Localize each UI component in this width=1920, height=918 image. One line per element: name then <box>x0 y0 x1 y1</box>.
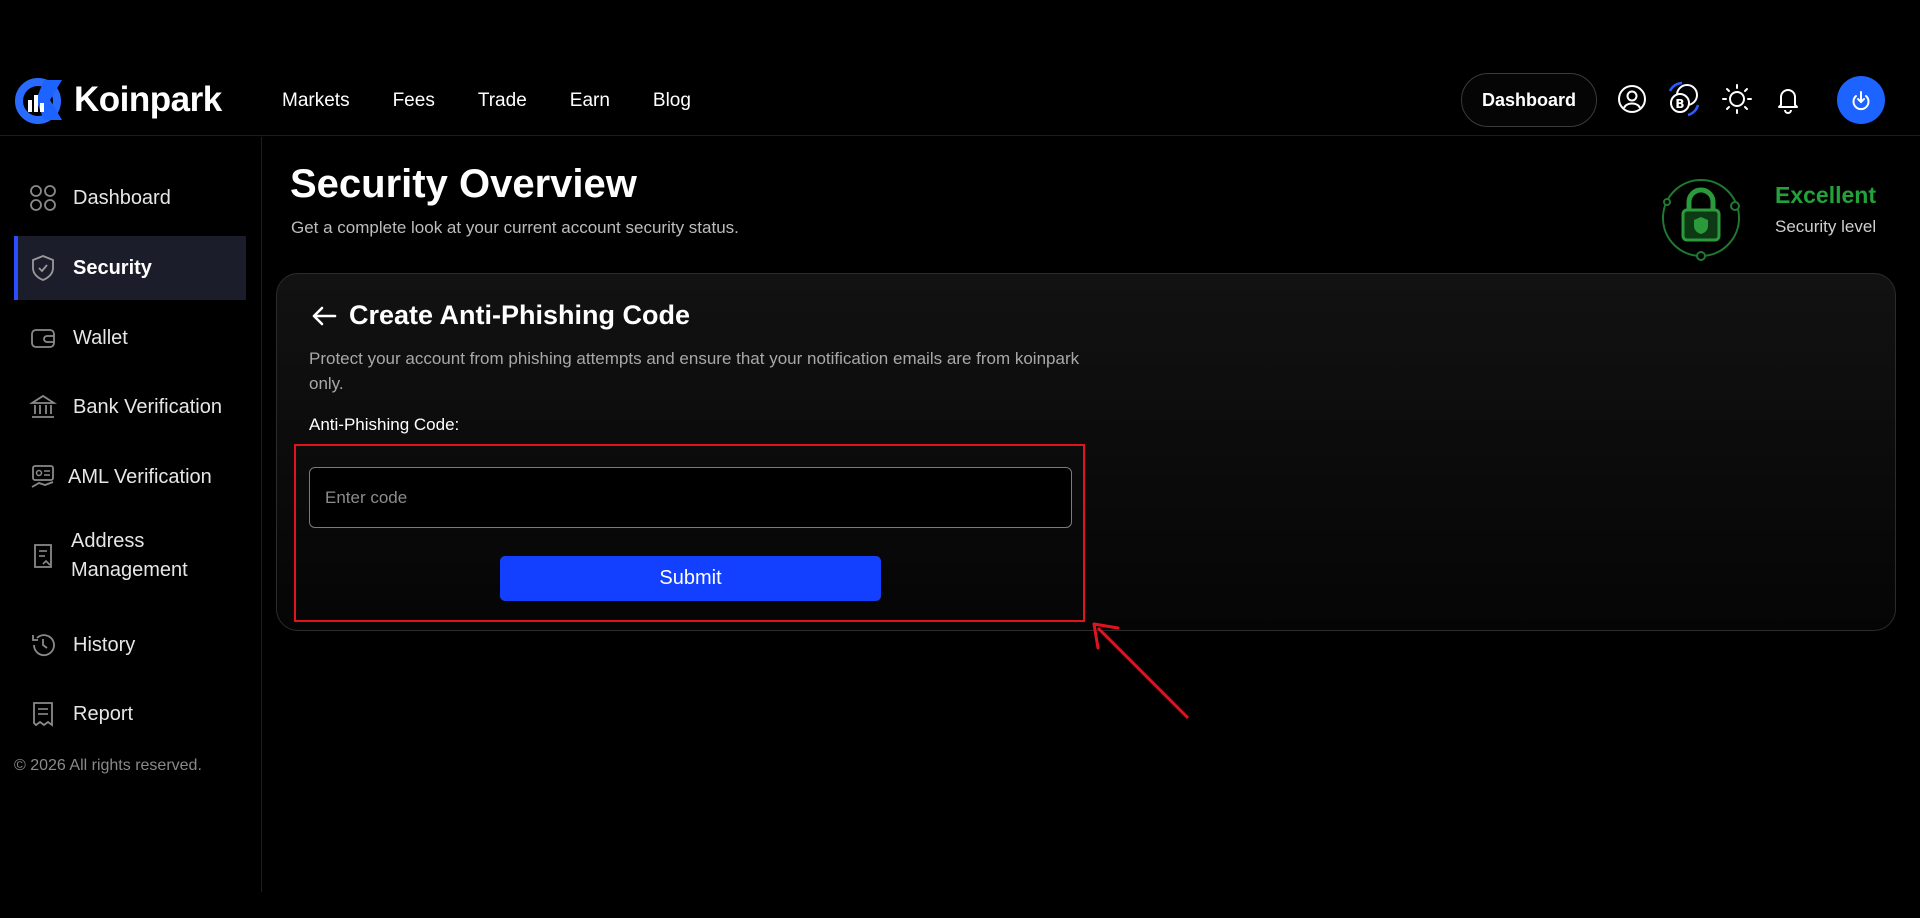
card-description: Protect your account from phishing attem… <box>309 349 1080 393</box>
sidebar-item-label: Address Management <box>71 527 188 585</box>
sidebar-item-report[interactable]: Report <box>14 682 246 746</box>
annotation-arrow-icon <box>1092 622 1190 720</box>
currency-exchange-icon[interactable]: B <box>1666 81 1702 117</box>
power-icon <box>1852 91 1870 111</box>
label-line-2: Management <box>71 559 188 581</box>
submit-button[interactable]: Submit <box>500 556 881 601</box>
page-subtitle: Get a complete look at your current acco… <box>291 218 739 237</box>
koinpark-logo-icon <box>15 78 62 124</box>
history-icon <box>28 630 58 660</box>
main-nav: Markets Fees Trade Earn Blog <box>282 90 734 112</box>
bank-icon <box>28 392 58 422</box>
report-icon <box>28 699 58 729</box>
bell-icon[interactable] <box>1770 81 1806 117</box>
user-circle-icon[interactable] <box>1614 81 1650 117</box>
security-level-title: Excellent <box>1775 182 1876 208</box>
dashboard-button[interactable]: Dashboard <box>1461 73 1597 127</box>
sidebar-item-aml-verification[interactable]: AML Verification <box>14 445 246 509</box>
top-header: Koinpark Markets Fees Trade Earn Blog Da… <box>0 64 1920 136</box>
nav-earn[interactable]: Earn <box>570 90 610 112</box>
sidebar-item-label: Wallet <box>73 326 128 349</box>
anti-phishing-code-input[interactable] <box>309 467 1072 528</box>
anti-phishing-code-label: Anti-Phishing Code: <box>309 415 460 434</box>
sidebar-item-security[interactable]: Security <box>14 236 246 300</box>
security-level-subtitle: Security level <box>1775 217 1877 236</box>
svg-text:B: B <box>1675 97 1684 111</box>
anti-phishing-card: Create Anti-Phishing Code Protect your a… <box>276 273 1896 631</box>
grid-icon <box>28 183 58 213</box>
copyright-text: © 2026 All rights reserved. <box>14 757 202 774</box>
lock-shield-icon <box>1662 179 1740 261</box>
brand-name: Koinpark <box>74 80 222 119</box>
logout-button[interactable] <box>1837 76 1885 124</box>
nav-fees[interactable]: Fees <box>393 90 435 112</box>
sidebar-item-label: History <box>73 633 136 656</box>
sidebar-item-label: Bank Verification <box>73 395 222 418</box>
id-card-icon <box>28 462 58 492</box>
brand-logo[interactable]: Koinpark <box>14 74 222 126</box>
sidebar-item-history[interactable]: History <box>14 613 246 677</box>
sidebar: Dashboard Security Wallet Bank Verificat… <box>0 137 262 892</box>
address-book-icon <box>28 541 58 571</box>
nav-markets[interactable]: Markets <box>282 90 350 112</box>
sidebar-item-bank-verification[interactable]: Bank Verification <box>14 375 246 439</box>
label-line-1: Address <box>71 530 145 552</box>
nav-blog[interactable]: Blog <box>653 90 691 112</box>
sidebar-item-label: Security <box>73 256 152 279</box>
sidebar-item-label: Dashboard <box>73 186 171 209</box>
card-title: Create Anti-Phishing Code <box>349 300 691 330</box>
back-arrow-icon[interactable] <box>309 301 339 331</box>
sidebar-item-dashboard[interactable]: Dashboard <box>14 166 246 230</box>
shield-icon <box>28 253 58 283</box>
sun-icon[interactable] <box>1719 81 1755 117</box>
page-title: Security Overview <box>290 162 637 206</box>
card-header: Create Anti-Phishing Code <box>309 300 690 331</box>
sidebar-item-wallet[interactable]: Wallet <box>14 306 246 370</box>
sidebar-item-address-management[interactable]: Address Management <box>14 520 246 592</box>
wallet-icon <box>28 323 58 353</box>
sidebar-item-label: AML Verification <box>68 465 212 488</box>
nav-trade[interactable]: Trade <box>478 90 527 112</box>
sidebar-item-label: Report <box>73 702 134 725</box>
